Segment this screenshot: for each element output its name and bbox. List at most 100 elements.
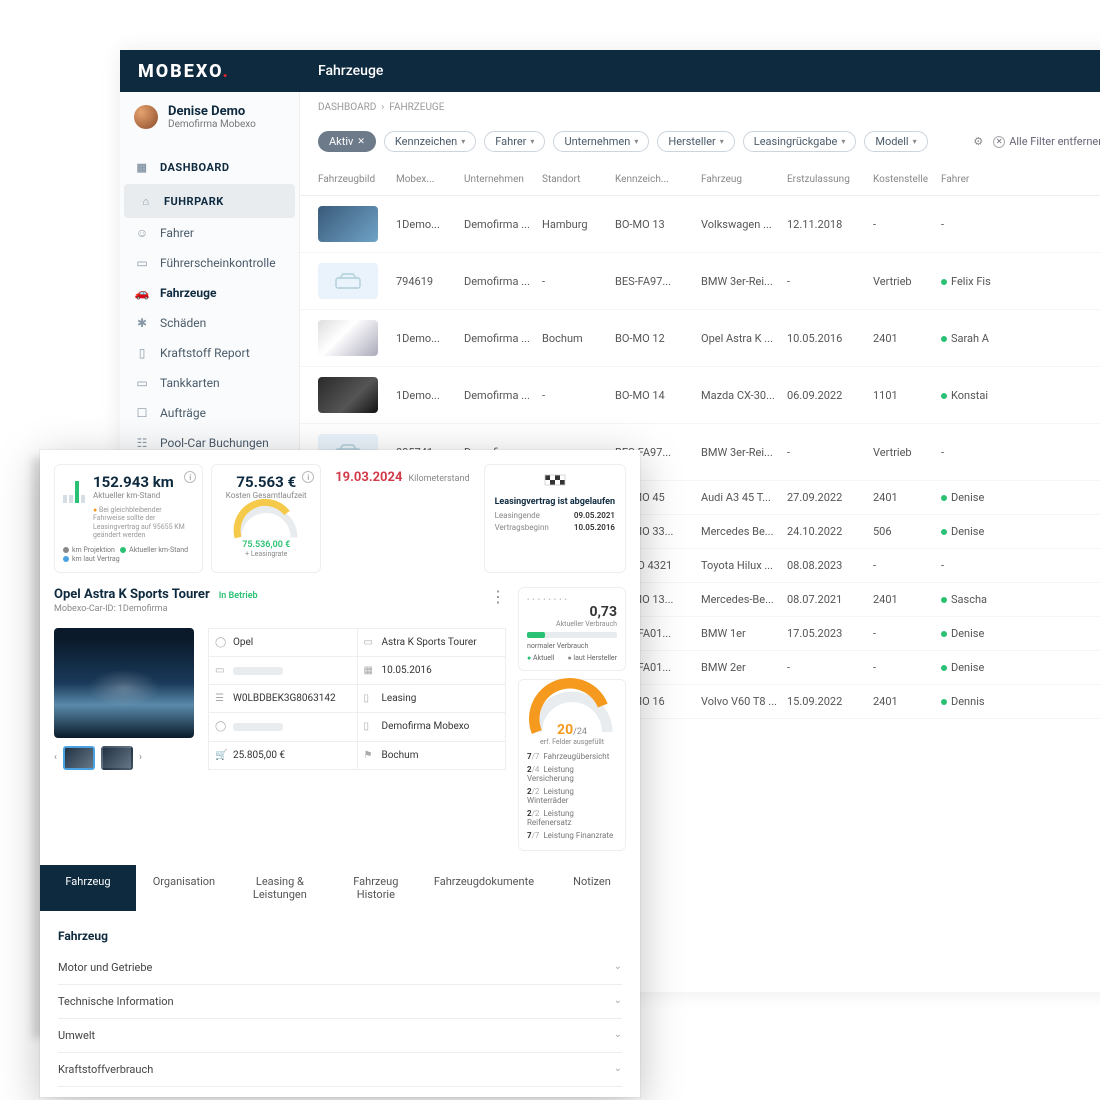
table-row[interactable]: 1Demo...Demofirma ...HamburgBO-MO 13Volk…: [300, 196, 1100, 253]
spec-grid: ◯Opel ▭Astra K Sports Tourer ▭ ▦10.05.20…: [208, 628, 506, 770]
grid-icon: ▦: [134, 160, 150, 174]
thumbnail[interactable]: [63, 746, 95, 770]
table-header: FahrzeugbildMobex... UnternehmenStandort…: [300, 164, 1100, 196]
cost-card: i 75.563 € Kosten Gesamtlaufzeit 75.536,…: [211, 464, 321, 573]
cart-icon: 🛒: [215, 750, 227, 761]
sidebar-item-fahrer[interactable]: ☺Fahrer: [120, 218, 299, 248]
vehicle-thumbnail: [318, 206, 378, 242]
sidebar-item-kraftstoff[interactable]: ▯Kraftstoff Report: [120, 338, 299, 368]
logo: MOBEXO.: [120, 61, 300, 82]
completeness-card: 20/24erf. Felder ausgefüllt 7/7 Fahrzeug…: [518, 679, 626, 851]
filter-chip-leasing[interactable]: Leasingrückgabe▾: [743, 131, 857, 152]
filter-chip-kennzeichen[interactable]: Kennzeichen▾: [384, 131, 476, 152]
cost-gauge: [231, 500, 301, 540]
crumb-dashboard[interactable]: DASHBOARD: [318, 102, 376, 113]
user-icon: ☺: [134, 226, 150, 240]
damage-icon: ✱: [134, 316, 150, 330]
home-icon: ⌂: [138, 194, 154, 208]
accordion-item[interactable]: Kraftstoffverbrauch⌄: [58, 1053, 622, 1087]
consume-value: 0,73: [527, 604, 617, 620]
car-icon: 🚗: [134, 286, 150, 300]
sidebar-item-tankkarten[interactable]: ▭Tankkarten: [120, 368, 299, 398]
vehicle-thumbnail: [318, 263, 378, 299]
avatar: [134, 105, 158, 129]
chevron-down-icon: ⌄: [614, 961, 622, 974]
checkered-flag-icon: [545, 475, 565, 491]
doc-icon: ▯: [364, 693, 376, 704]
info-icon[interactable]: i: [302, 471, 314, 483]
user-name: Denise Demo: [168, 104, 256, 119]
next-date: 19.03.2024: [335, 470, 402, 485]
sidebar-item-fuehrerschein[interactable]: ▭Führerscheinkontrolle: [120, 248, 299, 278]
card-icon: ▭: [134, 376, 150, 390]
chevron-down-icon: ▾: [530, 137, 534, 146]
chevron-down-icon: ⌄: [614, 1063, 622, 1076]
leasing-status: Leasingvertrag ist abgelaufen: [495, 497, 615, 508]
filter-chip-fahrer[interactable]: Fahrer▾: [484, 131, 545, 152]
table-row[interactable]: 794619Demofirma ...-BES-FA97...BMW 3er-R…: [300, 253, 1100, 310]
circle-icon: ◯: [215, 721, 227, 732]
close-icon[interactable]: ✕: [357, 137, 365, 147]
user-block[interactable]: Denise Demo Demofirma Mobexo: [120, 92, 299, 142]
accordion-head: Fahrzeug: [58, 921, 622, 951]
accordion-section: Fahrzeug Motor und Getriebe⌄Technische I…: [40, 911, 640, 1097]
vehicle-thumbnail: [318, 320, 378, 356]
sliders-icon[interactable]: ⚙: [973, 135, 983, 148]
km-bar-chart: [63, 477, 85, 503]
building-icon: ▯: [364, 721, 376, 732]
accordion-item[interactable]: Motor und Getriebe⌄: [58, 951, 622, 985]
doc-icon: ☐: [134, 406, 150, 420]
chevron-right-icon[interactable]: ›: [139, 752, 142, 763]
tab-leasing[interactable]: Leasing & Leistungen: [232, 865, 328, 911]
chevron-down-icon: ⌄: [614, 995, 622, 1008]
vehicle-photo: [54, 628, 194, 738]
nav-fuhrpark[interactable]: ⌂FUHRPARK: [124, 184, 295, 218]
filter-chip-aktiv[interactable]: Aktiv✕: [318, 131, 376, 152]
vehicle-subid: Mobexo-Car-ID: 1Demofirma: [54, 604, 258, 614]
fuel-icon: ▯: [134, 346, 150, 360]
pin-icon: ⚑: [364, 750, 376, 761]
calendar-icon: ▦: [364, 665, 376, 676]
table-row[interactable]: 1Demo...Demofirma ...-BO-MO 14Mazda CX-3…: [300, 367, 1100, 424]
thumbnail[interactable]: [101, 746, 133, 770]
tab-fahrzeug[interactable]: Fahrzeug: [40, 865, 136, 911]
table-row[interactable]: 1Demo...Demofirma ...BochumBO-MO 12Opel …: [300, 310, 1100, 367]
sidebar-item-schaeden[interactable]: ✱Schäden: [120, 308, 299, 338]
chevron-down-icon: ▾: [841, 137, 845, 146]
user-company: Demofirma Mobexo: [168, 119, 256, 130]
more-button[interactable]: ⋮: [490, 587, 506, 606]
id-icon: ▭: [134, 256, 150, 270]
km-value: 152.943 km: [93, 473, 194, 491]
filter-chip-unternehmen[interactable]: Unternehmen▾: [553, 131, 649, 152]
chevron-down-icon: ▾: [634, 137, 638, 146]
tab-historie[interactable]: Fahrzeug Historie: [328, 865, 424, 911]
km-card: i 152.943 km Aktueller km-Stand ● Bei gl…: [54, 464, 203, 573]
info-icon[interactable]: i: [184, 471, 196, 483]
filter-chip-hersteller[interactable]: Hersteller▾: [657, 131, 734, 152]
sidebar-item-auftraege[interactable]: ☐Aufträge: [120, 398, 299, 428]
nav-dashboard[interactable]: ▦DASHBOARD: [120, 150, 299, 184]
consumption-card: •••••••• 0,73 Aktueller Verbrauch normal…: [518, 587, 626, 671]
chevron-left-icon[interactable]: ‹: [54, 752, 57, 763]
topbar: MOBEXO. Fahrzeuge: [120, 50, 1100, 92]
date-card: 19.03.2024Kilometerstand: [329, 464, 475, 573]
car-icon: ▭: [364, 637, 376, 648]
accordion-item[interactable]: Umwelt⌄: [58, 1019, 622, 1053]
sidebar-item-fahrzeuge[interactable]: 🚗Fahrzeuge: [120, 278, 299, 308]
vehicle-thumbnail: [318, 377, 378, 413]
chevron-down-icon: ⌄: [614, 1029, 622, 1042]
breadcrumb: DASHBOARD › FAHRZEUGE: [300, 92, 1100, 123]
crumb-fahrzeuge[interactable]: FAHRZEUGE: [389, 102, 444, 113]
filter-chip-modell[interactable]: Modell▾: [864, 131, 927, 152]
cost-value: 75.563 €: [220, 473, 312, 491]
leasing-card: Leasingvertrag ist abgelaufen Leasingend…: [484, 464, 626, 573]
chevron-down-icon: ▾: [461, 137, 465, 146]
completeness-gauge: [528, 688, 616, 736]
chevron-down-icon: ▾: [720, 137, 724, 146]
accordion-item[interactable]: Technische Information⌄: [58, 985, 622, 1019]
tab-notizen[interactable]: Notizen: [544, 865, 640, 911]
tab-dokumente[interactable]: Fahrzeugdokumente: [424, 865, 544, 911]
clear-filters-btn[interactable]: ✕Alle Filter entferner: [993, 135, 1100, 148]
page-title: Fahrzeuge: [300, 63, 383, 79]
tab-organisation[interactable]: Organisation: [136, 865, 232, 911]
